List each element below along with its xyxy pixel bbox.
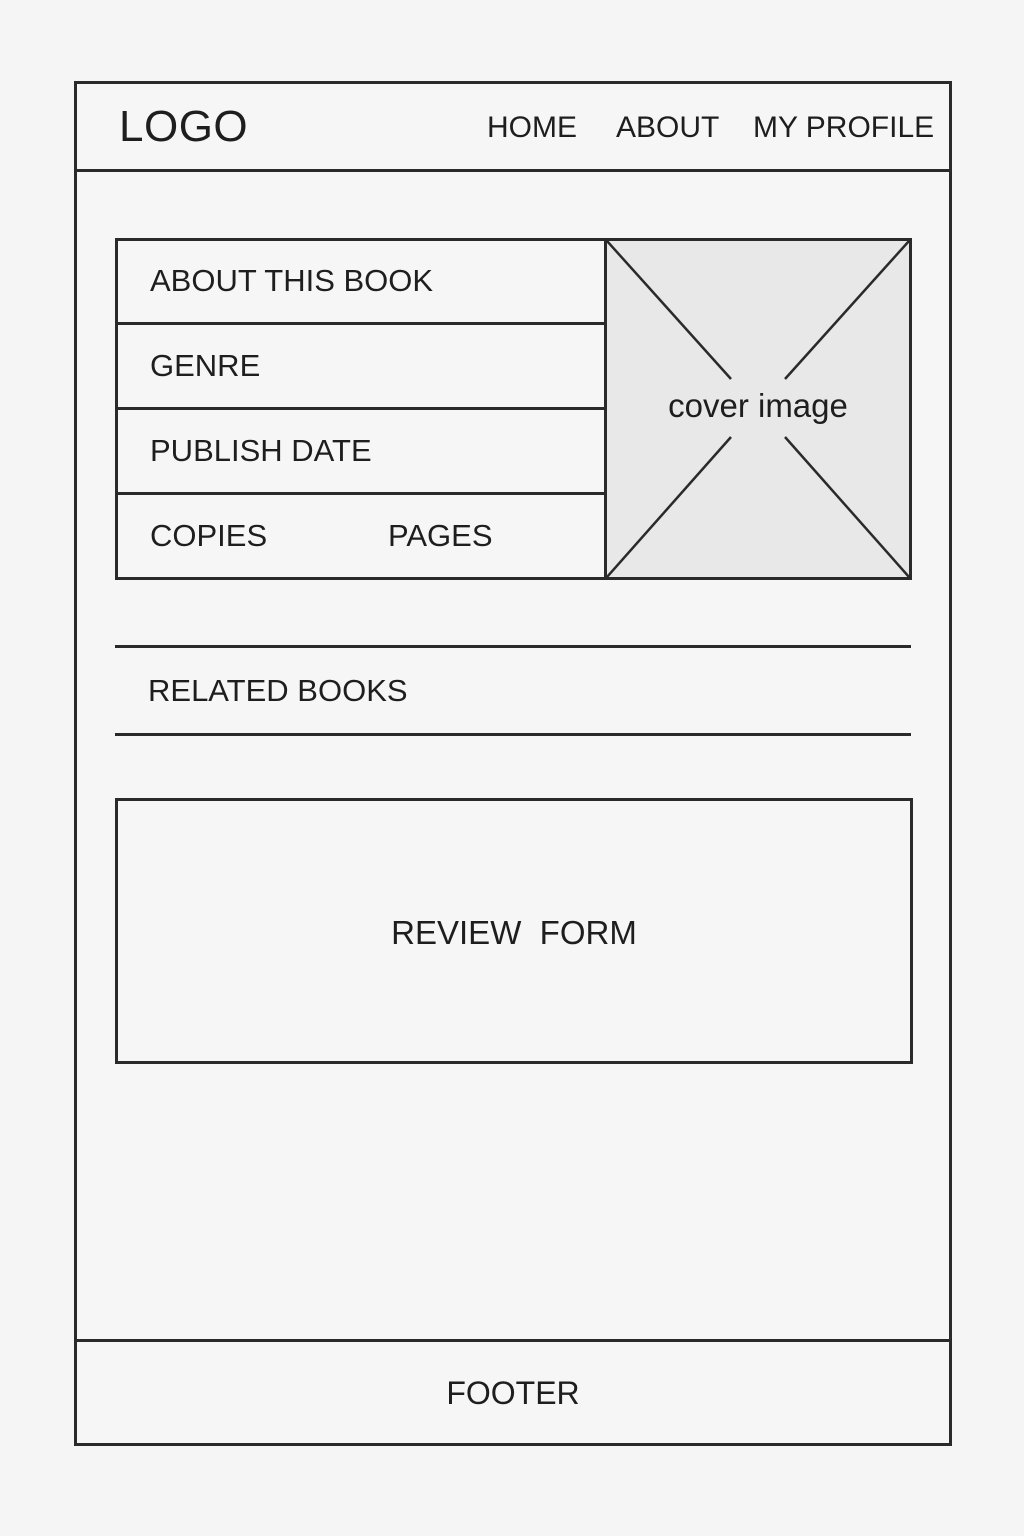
genre-label: GENRE <box>150 348 261 383</box>
review-form-label: REVIEW FORM <box>391 914 637 951</box>
genre-row: GENRE <box>118 326 606 410</box>
related-books-top-divider <box>115 645 911 648</box>
publish-date-row: PUBLISH DATE <box>118 411 606 495</box>
related-books-bottom-divider <box>115 733 911 736</box>
page-frame: LOGO HOME ABOUT MY PROFILE ABOUT THIS BO… <box>74 81 952 1446</box>
header: LOGO HOME ABOUT MY PROFILE <box>77 84 949 172</box>
nav-home-link[interactable]: HOME <box>487 110 577 146</box>
pages-label: PAGES <box>388 518 493 553</box>
copies-label: COPIES <box>150 518 268 553</box>
cover-image-placeholder: cover image <box>604 238 912 580</box>
logo[interactable]: LOGO <box>119 102 248 152</box>
cover-image-label: cover image <box>668 387 848 424</box>
book-info-table: ABOUT THIS BOOK GENRE PUBLISH DATE COPIE… <box>115 238 606 580</box>
copies-pages-row: COPIES PAGES <box>118 496 606 580</box>
publish-date-label: PUBLISH DATE <box>150 433 372 468</box>
about-this-book-label: ABOUT THIS BOOK <box>150 263 434 298</box>
footer-label: FOOTER <box>446 1375 580 1411</box>
about-this-book-row: ABOUT THIS BOOK <box>118 241 606 325</box>
nav-about-link[interactable]: ABOUT <box>616 110 719 146</box>
review-form[interactable]: REVIEW FORM <box>115 798 913 1064</box>
related-books-heading: RELATED BOOKS <box>148 673 408 708</box>
nav-my-profile-link[interactable]: MY PROFILE <box>753 110 934 146</box>
footer: FOOTER <box>77 1339 949 1446</box>
